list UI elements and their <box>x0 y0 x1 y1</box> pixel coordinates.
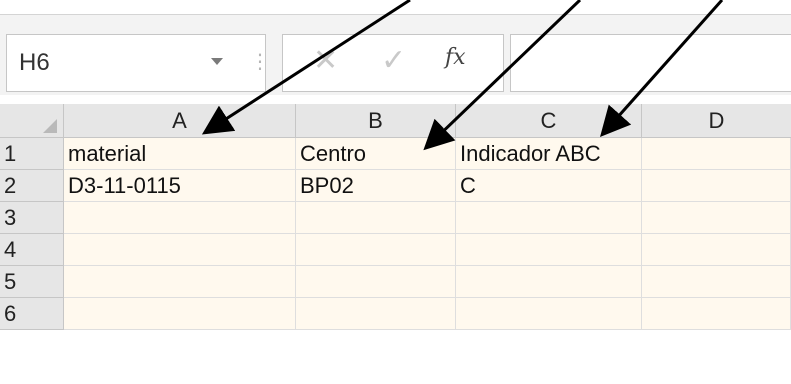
row-header-1[interactable]: 1 <box>0 138 64 170</box>
cell-c5[interactable] <box>456 266 642 298</box>
cell-a1[interactable]: material <box>64 138 296 170</box>
formula-bar: H6 ⋮ ✕ ✓ fx <box>0 14 791 95</box>
formula-input[interactable] <box>510 34 791 92</box>
cell-c6[interactable] <box>456 298 642 330</box>
cell-a3[interactable] <box>64 202 296 234</box>
insert-function-icon[interactable]: fx <box>445 45 466 70</box>
name-box[interactable]: H6 <box>6 34 266 92</box>
cell-d2[interactable] <box>642 170 791 202</box>
cell-b5[interactable] <box>296 266 456 298</box>
cancel-x-icon[interactable]: ✕ <box>313 43 338 78</box>
row-header-4[interactable]: 4 <box>0 234 64 266</box>
cell-c4[interactable] <box>456 234 642 266</box>
cell-d1[interactable] <box>642 138 791 170</box>
cell-a4[interactable] <box>64 234 296 266</box>
enter-check-icon[interactable]: ✓ <box>381 43 406 78</box>
column-header-a[interactable]: A <box>64 104 296 138</box>
cell-b6[interactable] <box>296 298 456 330</box>
cell-b2[interactable]: BP02 <box>296 170 456 202</box>
cell-d3[interactable] <box>642 202 791 234</box>
cell-a6[interactable] <box>64 298 296 330</box>
column-header-b[interactable]: B <box>296 104 456 138</box>
cell-d5[interactable] <box>642 266 791 298</box>
cell-b4[interactable] <box>296 234 456 266</box>
name-box-value: H6 <box>19 49 50 76</box>
select-all-triangle-icon <box>43 119 57 133</box>
cell-a5[interactable] <box>64 266 296 298</box>
row-header-6[interactable]: 6 <box>0 298 64 330</box>
column-header-d[interactable]: D <box>642 104 791 138</box>
separator-dots-icon: ⋮ <box>250 51 271 73</box>
cell-c2[interactable]: C <box>456 170 642 202</box>
row-header-3[interactable]: 3 <box>0 202 64 234</box>
cell-d4[interactable] <box>642 234 791 266</box>
cell-d6[interactable] <box>642 298 791 330</box>
row-header-5[interactable]: 5 <box>0 266 64 298</box>
cell-c1[interactable]: Indicador ABC <box>456 138 642 170</box>
cell-b3[interactable] <box>296 202 456 234</box>
column-header-c[interactable]: C <box>456 104 642 138</box>
chevron-down-icon[interactable] <box>211 58 223 65</box>
cell-a2[interactable]: D3-11-0115 <box>64 170 296 202</box>
cell-b1[interactable]: Centro <box>296 138 456 170</box>
row-header-2[interactable]: 2 <box>0 170 64 202</box>
formula-buttons: ✕ ✓ fx <box>282 34 504 92</box>
select-all-button[interactable] <box>0 104 64 138</box>
cell-c3[interactable] <box>456 202 642 234</box>
